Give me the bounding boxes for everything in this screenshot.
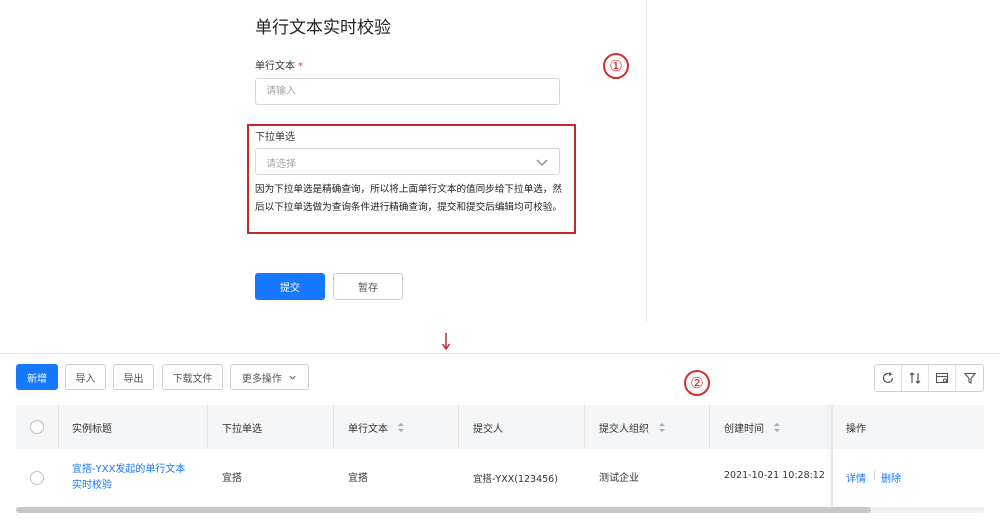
dropdown-placeholder: 请选择 (266, 159, 296, 170)
column-divider (709, 405, 710, 449)
row-org: 测试企业 (599, 473, 639, 484)
annotation-marker-2: ② (684, 370, 710, 396)
row-text-value: 宜搭 (348, 473, 368, 484)
panel-divider (646, 0, 647, 322)
select-field-label: 下拉单选 (255, 132, 295, 143)
col-org-label: 提交人组织 (599, 424, 649, 435)
column-divider (333, 405, 334, 449)
table-header: 实例标题 下拉单选 单行文本 提交人 提交人组织 创建时间 操作 (16, 405, 984, 449)
form-title: 单行文本实时校验 (255, 18, 391, 38)
text-field-label-text: 单行文本 (255, 61, 295, 72)
col-text-label: 单行文本 (348, 424, 388, 435)
dropdown-select[interactable]: 请选择 (255, 148, 560, 175)
filter-icon[interactable] (956, 365, 983, 391)
download-file-button[interactable]: 下载文件 (162, 364, 223, 390)
sort-icon[interactable] (397, 422, 405, 436)
col-submitter[interactable]: 提交人 (473, 420, 503, 435)
more-actions-label: 更多操作 (241, 373, 282, 385)
table-row: 宜搭-YXX发起的单行文本 实时校验 宜搭 宜搭 宜搭-YXX(123456) … (16, 449, 984, 508)
import-button[interactable]: 导入 (65, 364, 106, 390)
annotation-marker-1: ① (603, 53, 629, 79)
add-button[interactable]: 新增 (16, 364, 58, 390)
column-divider (58, 405, 59, 449)
horizontal-scrollbar[interactable] (16, 507, 871, 513)
col-created[interactable]: 创建时间 (724, 420, 781, 436)
row-checkbox[interactable] (30, 471, 44, 485)
row-submitter: 宜搭-YXX(123456) (473, 474, 558, 485)
col-actions: 操作 (846, 424, 866, 435)
export-button[interactable]: 导出 (113, 364, 154, 390)
sort-icon[interactable] (773, 422, 781, 436)
column-settings-icon[interactable] (929, 365, 956, 391)
chevron-down-icon (535, 154, 549, 173)
row-select-value: 宜搭 (222, 473, 242, 484)
list-panel: 新增 导入 导出 下载文件 更多操作 ② 实例标题 下拉单选 单行文本 提交人 … (0, 353, 1000, 521)
select-all-checkbox[interactable] (30, 420, 44, 434)
fixed-column-shadow (831, 405, 833, 508)
delete-link[interactable]: 删除 (881, 470, 901, 485)
highlight-box (247, 124, 576, 234)
select-description: 因为下拉单选是精确查询，所以将上面单行文本的值同步给下拉单选，然后以下拉单选做为… (255, 184, 562, 213)
action-divider: | (873, 470, 877, 481)
detail-link[interactable]: 详情 (846, 470, 866, 485)
required-mark: * (298, 61, 303, 72)
column-divider (584, 405, 585, 449)
table-tools (874, 364, 984, 392)
single-line-text-input[interactable] (255, 78, 560, 105)
chevron-down-icon (288, 373, 297, 385)
arrow-down-icon (441, 333, 451, 355)
sort-icon[interactable] (658, 422, 666, 436)
text-field-label: 单行文本 * (255, 57, 303, 72)
col-title[interactable]: 实例标题 (72, 420, 112, 435)
col-select[interactable]: 下拉单选 (222, 420, 262, 435)
col-text[interactable]: 单行文本 (348, 420, 405, 436)
row-created-time: 2021-10-21 10:28:12 (724, 470, 825, 481)
column-sort-icon[interactable] (902, 365, 929, 391)
save-draft-button[interactable]: 暂存 (333, 273, 403, 300)
submit-button[interactable]: 提交 (255, 273, 325, 300)
col-org[interactable]: 提交人组织 (599, 420, 666, 436)
row-title-link[interactable]: 宜搭-YXX发起的单行文本 实时校验 (72, 462, 185, 494)
column-divider (458, 405, 459, 449)
row-title-line2: 实时校验 (72, 480, 112, 491)
refresh-icon[interactable] (875, 365, 902, 391)
col-created-label: 创建时间 (724, 424, 764, 435)
row-title-line1: 宜搭-YXX发起的单行文本 (72, 464, 186, 475)
column-divider (207, 405, 208, 449)
more-actions-button[interactable]: 更多操作 (230, 364, 309, 390)
